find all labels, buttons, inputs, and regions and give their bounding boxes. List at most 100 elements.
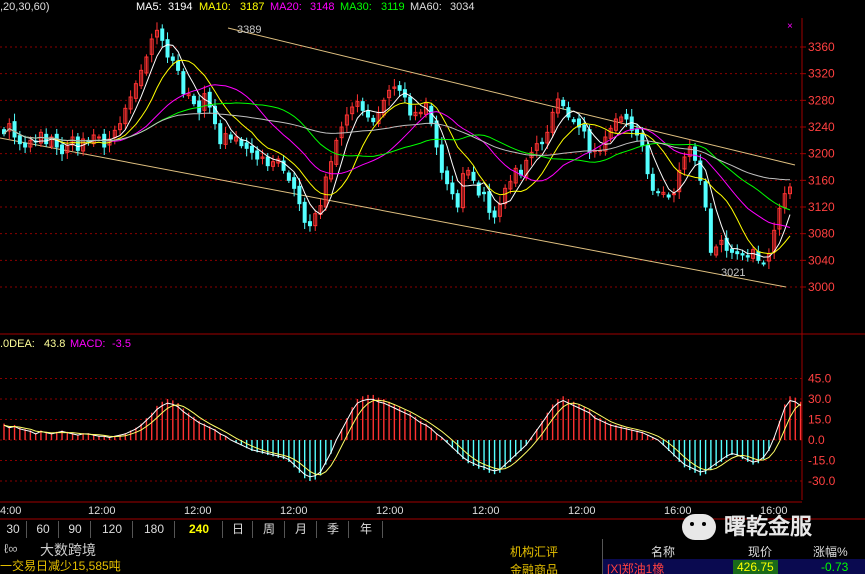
ma20-line [3,84,791,228]
macd-tick-label: 45.0 [808,372,832,386]
candle-body [671,193,676,196]
time-label-2: 12:00 [184,505,212,517]
candle-body [371,117,376,123]
ma20-label: MA20: [270,1,302,13]
candle-body [365,110,370,118]
time-label-6: 12:00 [568,505,596,517]
candle-body [561,99,566,107]
candle-body [44,133,49,145]
candle-body [492,210,497,218]
candle-body [587,129,592,153]
row-name: [X]郑油1橡 [607,562,665,574]
y-tick-label: 3320 [808,67,835,81]
time-label-1: 12:00 [88,505,116,517]
wechat-icon [682,514,716,540]
ma60-value: 3034 [450,1,475,13]
candle-body [540,141,545,145]
period-button-week[interactable]: 周 [254,521,285,538]
candle-body [745,255,750,258]
candle-body [455,193,460,208]
candle-body [450,182,455,195]
candle-body [434,120,439,148]
ma30-label: MA30: [340,1,372,13]
macd-tick-label: -15.0 [808,454,836,468]
macd-tick-label: 30.0 [808,392,832,406]
candle-body [160,28,165,41]
trend-channel [0,27,796,288]
candle-body [292,177,297,189]
candle-body [735,251,740,255]
candle-body [249,145,254,153]
candle-body [703,181,708,208]
macd-tick-labels: 45.0 30.0 15.0 0.0 -15.0 -30.0 [808,372,836,489]
candle-body [75,136,80,151]
main-grid [0,46,802,288]
macd-value: -3.5 [112,338,131,350]
candle-body [666,194,671,198]
col-header-name: 名称 [651,545,676,559]
period-button-240[interactable]: 240 [176,521,223,538]
candle-body [12,121,17,138]
dif-line [3,398,801,478]
time-label-4: 12:00 [376,505,404,517]
ma60-line [3,112,791,181]
candle-body [740,253,745,256]
candle-body [693,146,698,161]
period-button-month[interactable]: 月 [286,521,317,538]
y-tick-label: 3360 [808,40,835,54]
macd-tick-label: 0.0 [808,433,825,447]
candle-body [629,116,634,131]
ma10-value: 3187 [240,1,265,13]
watermark-right: 曙乾金服 [724,514,813,539]
candle-body [265,156,270,167]
channel-upper-line [227,27,796,166]
dea-value: 43.8 [44,338,66,350]
candle-body [729,248,734,253]
menu-financial-products[interactable]: 金融商品 [510,561,558,574]
period-button-year[interactable]: 年 [350,521,383,538]
period-button-180[interactable]: 180 [134,521,175,538]
col-header-price: 现价 [748,545,773,559]
candle-body [218,123,223,145]
candle-body [408,96,413,116]
candle-body [445,170,450,185]
high-annotation: 3389 [237,24,262,36]
candle-body [624,113,629,120]
watermark-left: 大数跨境 [40,542,96,558]
period-button-90[interactable]: 90 [60,521,91,538]
y-tick-label: 3080 [808,227,835,241]
low-annotation: 3021 [721,267,746,279]
period-button-30[interactable]: 30 [0,521,27,538]
dea-label: .0DEA: [0,338,35,350]
candle-body [191,95,196,105]
close-panel-icon[interactable]: × [787,20,793,33]
y-tick-label: 3240 [808,120,835,134]
candle-body [708,208,713,253]
candle-body [482,191,487,195]
candle-body [255,150,260,160]
time-label-0: 4:00 [0,505,22,517]
candle-body [244,142,249,149]
menu-institution-review[interactable]: 机构汇评 [510,543,558,560]
candle-body [286,172,291,181]
macd-lines [3,398,801,478]
y-tick-label: 3120 [808,200,835,214]
candle-body [487,191,492,213]
period-button-day[interactable]: 日 [224,521,253,538]
ma5-label: MA5: [136,1,162,13]
candle-body [645,145,650,175]
candle-body [176,60,181,71]
candle-body [228,134,233,140]
row-change: -0.73 [821,560,849,574]
ma20-value: 3148 [310,1,335,13]
ma5-value: 3194 [168,1,193,13]
macd-tick-label: 15.0 [808,413,832,427]
candle-body [571,119,576,123]
period-button-quarter[interactable]: 季 [318,521,349,538]
period-button-60[interactable]: 60 [28,521,59,538]
table-row[interactable]: [X]郑油1橡 426.75 -0.73 [603,559,865,574]
period-button-120[interactable]: 120 [92,521,133,538]
bottom-panel: ℓ∞ 大数跨境 一交易日减少15,585吨 机构汇评 金融商品 名称 现价 涨幅… [0,539,865,574]
candle-body [307,221,312,227]
candle-body [360,101,365,111]
